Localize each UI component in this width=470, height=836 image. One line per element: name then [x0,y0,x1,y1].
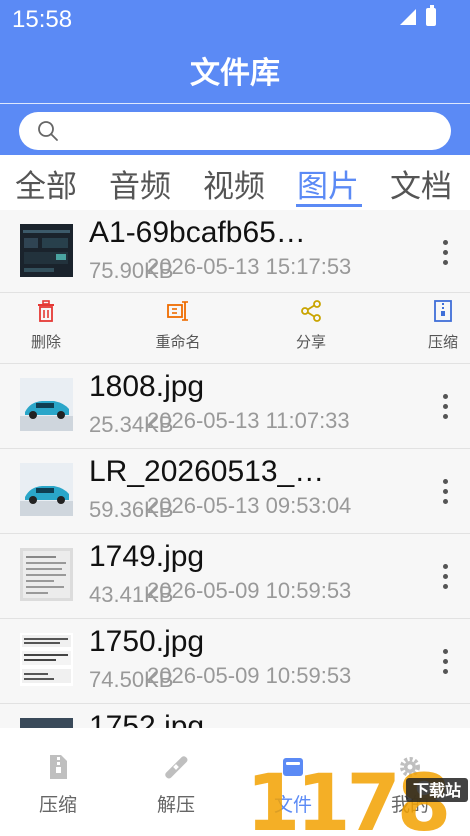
compress-label: 压缩 [427,333,458,351]
file-date: 2026-05-09 10:59:53 [147,663,352,688]
compress-button[interactable]: 压缩 [408,299,470,352]
file-date: 2026-05-13 09:53:04 [147,493,352,518]
file-thumbnail [20,378,73,431]
file-name: 1749.jpg [89,540,205,573]
delete-button[interactable]: 删除 [11,299,81,352]
status-icons [400,5,436,26]
tab-documents[interactable]: 文档 [390,161,452,206]
list-item[interactable]: 1752.jpg [0,704,470,728]
active-tab-indicator [296,204,362,207]
list-item[interactable]: 1808.jpg 25.34KB 2026-05-13 11:07:33 [0,364,470,449]
file-name: LR_20260513_… [89,455,325,488]
nav-decompress-label: 解压 [156,794,195,816]
tab-audio[interactable]: 音频 [109,161,171,206]
nav-compress[interactable]: 压缩 [18,754,98,817]
file-thumbnail [20,224,73,277]
rename-icon [167,301,188,321]
file-thumbnail [20,463,73,516]
list-item[interactable]: A1-69bcafb65… 75.90KB 2026-05-13 15:17:5… [0,210,470,295]
file-action-bar: 删除 重命名 分享 压缩 [0,293,470,363]
delete-label: 删除 [30,333,61,351]
share-button[interactable]: 分享 [276,299,346,352]
watermark-logo: 1178 下载站 [246,760,468,836]
battery-icon [426,5,436,26]
header-divider [0,103,470,104]
nav-decompress[interactable]: 解压 [136,754,216,817]
file-name: 1752.jpg [89,710,205,728]
more-options-icon[interactable] [434,562,458,592]
file-thumbnail [20,633,73,686]
nav-compress-label: 压缩 [38,794,77,816]
rename-label: 重命名 [155,333,201,351]
list-item[interactable]: 1750.jpg 74.50KB 2026-05-09 10:59:53 [0,619,470,704]
zip-file-icon [50,755,67,779]
rename-button[interactable]: 重命名 [143,299,213,352]
category-tabs: 全部 音频 视频 图片 文档 [0,155,470,210]
status-time: 15:58 [12,6,73,33]
file-list: A1-69bcafb65… 75.90KB 2026-05-13 15:17:5… [0,210,470,728]
list-item[interactable]: LR_20260513_… 59.36KB 2026-05-13 09:53:0… [0,449,470,534]
tab-images[interactable]: 图片 [297,161,359,206]
more-options-icon[interactable] [434,477,458,507]
more-options-icon[interactable] [434,647,458,677]
file-date: 2026-05-13 11:07:33 [147,408,350,433]
svg-text:下载站: 下载站 [413,781,461,800]
list-item[interactable]: 1749.jpg 43.41KB 2026-05-09 10:59:53 [0,534,470,619]
file-name: 1750.jpg [89,625,205,658]
signal-icon [400,9,416,25]
file-thumbnail [20,548,73,601]
tab-all[interactable]: 全部 [15,161,77,206]
file-thumbnail [20,718,73,728]
app-header: 15:58 文件库 [0,0,470,155]
file-date: 2026-05-13 15:17:53 [147,254,352,279]
file-date: 2026-05-09 10:59:53 [147,578,352,603]
file-name: 1808.jpg [89,370,205,403]
share-label: 分享 [295,333,326,351]
unzip-icon [165,756,188,779]
trash-icon [38,300,54,322]
page-title: 文件库 [190,56,280,91]
more-options-icon[interactable] [434,392,458,422]
search-icon [38,121,58,141]
more-options-icon[interactable] [434,238,458,268]
file-name: A1-69bcafb65… [89,216,306,249]
tab-video[interactable]: 视频 [203,161,265,206]
search-input[interactable] [19,112,451,150]
share-icon [301,300,321,322]
zip-icon [434,300,452,322]
